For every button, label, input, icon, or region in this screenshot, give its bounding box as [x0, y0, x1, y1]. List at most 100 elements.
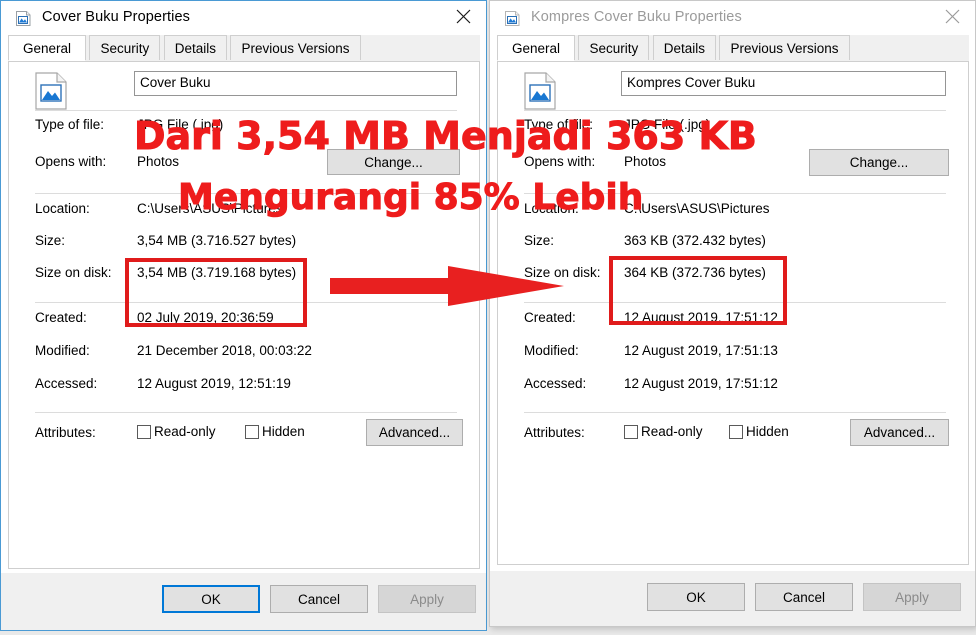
advanced-button[interactable]: Advanced...: [850, 419, 949, 446]
divider: [524, 110, 946, 111]
divider: [524, 412, 946, 413]
screenshot-root: Cover Buku Properties General Security D…: [0, 0, 976, 635]
created-value: 02 July 2019, 20:36:59: [137, 310, 274, 325]
close-icon[interactable]: [930, 1, 975, 32]
tab-security[interactable]: Security: [578, 35, 650, 60]
created-value: 12 August 2019, 17:51:12: [624, 310, 778, 325]
read-only-checkbox[interactable]: [137, 425, 151, 439]
row-type-of-file: Type of file: JPG File (.jpg): [498, 117, 968, 145]
row-modified: Modified: 21 December 2018, 00:03:22: [9, 343, 479, 371]
size-on-disk-label: Size on disk:: [524, 265, 601, 280]
file-name-field[interactable]: Cover Buku: [134, 71, 457, 96]
advanced-button-label: Advanced...: [863, 425, 936, 440]
ok-button-label: OK: [686, 589, 706, 605]
type-of-file-value: JPG File (.jpg): [624, 117, 711, 132]
apply-button-label: Apply: [895, 589, 929, 605]
file-name-field[interactable]: Kompres Cover Buku: [621, 71, 946, 96]
tab-general-label: General: [512, 41, 561, 56]
accessed-label: Accessed:: [524, 376, 587, 391]
opens-with-label: Opens with:: [524, 154, 596, 169]
window-title: Cover Buku Properties: [42, 9, 190, 25]
divider: [35, 302, 457, 303]
ok-button[interactable]: OK: [647, 583, 745, 611]
size-on-disk-value: 364 KB (372.736 bytes): [624, 265, 766, 280]
row-size-on-disk: Size on disk: 3,54 MB (3.719.168 bytes): [9, 265, 479, 293]
tab-details[interactable]: Details: [163, 35, 227, 60]
change-button[interactable]: Change...: [327, 149, 460, 175]
change-button-label: Change...: [849, 155, 909, 170]
divider: [35, 193, 457, 194]
title-bar: Cover Buku Properties: [1, 1, 486, 36]
attributes-label: Attributes:: [524, 425, 585, 440]
opens-with-label: Opens with:: [35, 154, 107, 169]
row-accessed: Accessed: 12 August 2019, 17:51:12: [498, 376, 968, 404]
cancel-button[interactable]: Cancel: [270, 585, 368, 613]
hidden-checkbox[interactable]: [245, 425, 259, 439]
file-header-row: Cover Buku: [9, 62, 479, 110]
close-icon[interactable]: [441, 1, 486, 32]
row-modified: Modified: 12 August 2019, 17:51:13: [498, 343, 968, 371]
tab-general[interactable]: General: [8, 35, 87, 61]
row-size-on-disk: Size on disk: 364 KB (372.736 bytes): [498, 265, 968, 293]
image-file-icon: [15, 10, 32, 27]
type-of-file-label: Type of file:: [524, 117, 594, 132]
tab-previous-versions[interactable]: Previous Versions: [719, 35, 850, 60]
size-label: Size:: [35, 233, 66, 248]
cancel-button-label: Cancel: [782, 589, 826, 605]
row-location: Location: C:\Users\ASUS\Pictures: [498, 201, 968, 229]
tab-strip: General Security Details Previous Versio…: [8, 35, 480, 62]
file-header-row: Kompres Cover Buku: [498, 62, 968, 110]
divider: [35, 412, 457, 413]
row-size: Size: 3,54 MB (3.716.527 bytes): [9, 233, 479, 261]
tab-strip: General Security Details Previous Versio…: [497, 35, 969, 62]
tab-details[interactable]: Details: [652, 35, 716, 60]
tab-previous-versions-label: Previous Versions: [730, 41, 839, 56]
modified-value: 21 December 2018, 00:03:22: [137, 343, 312, 358]
tab-general[interactable]: General: [497, 35, 576, 61]
hidden-label: Hidden: [262, 424, 305, 439]
divider: [524, 302, 946, 303]
tab-details-label: Details: [174, 41, 216, 56]
size-label: Size:: [524, 233, 555, 248]
apply-button-label: Apply: [410, 591, 444, 607]
ok-button-label: OK: [201, 591, 221, 607]
read-only-label: Read-only: [154, 424, 216, 439]
row-size: Size: 363 KB (372.432 bytes): [498, 233, 968, 261]
general-pane: Kompres Cover Buku Type of file: JPG Fil…: [497, 62, 969, 565]
apply-button: Apply: [378, 585, 476, 613]
advanced-button[interactable]: Advanced...: [366, 419, 463, 446]
read-only-label: Read-only: [641, 424, 703, 439]
size-on-disk-value: 3,54 MB (3.719.168 bytes): [137, 265, 297, 280]
cancel-button-label: Cancel: [297, 591, 341, 607]
tab-security[interactable]: Security: [89, 35, 161, 60]
row-attributes: Attributes: Read-only Hidden Advanced...: [498, 419, 968, 450]
ok-button[interactable]: OK: [162, 585, 260, 613]
cancel-button[interactable]: Cancel: [755, 583, 853, 611]
location-value: C:\Users\ASUS\Pictures: [624, 201, 770, 216]
tab-previous-versions-label: Previous Versions: [241, 41, 350, 56]
properties-window-cover-buku: Cover Buku Properties General Security D…: [0, 0, 487, 631]
title-bar: Kompres Cover Buku Properties: [490, 1, 975, 36]
location-value: C:\Users\ASUS\Pictures: [137, 201, 283, 216]
read-only-checkbox[interactable]: [624, 425, 638, 439]
row-created: Created: 12 August 2019, 17:51:12: [498, 310, 968, 338]
change-button[interactable]: Change...: [809, 149, 949, 176]
tab-security-label: Security: [589, 41, 639, 56]
tab-previous-versions[interactable]: Previous Versions: [230, 35, 361, 60]
row-accessed: Accessed: 12 August 2019, 12:51:19: [9, 376, 479, 404]
accessed-label: Accessed:: [35, 376, 98, 391]
opens-with-value: Photos: [624, 154, 667, 169]
tab-details-label: Details: [663, 41, 705, 56]
row-attributes: Attributes: Read-only Hidden Advanced...: [9, 419, 479, 450]
image-file-icon: [35, 72, 67, 110]
dialog-footer: OK Cancel Apply: [1, 573, 486, 630]
type-of-file-label: Type of file:: [35, 117, 105, 132]
row-location: Location: C:\Users\ASUS\Pictures: [9, 201, 479, 229]
tab-general-label: General: [23, 41, 72, 56]
advanced-button-label: Advanced...: [378, 425, 451, 440]
hidden-checkbox[interactable]: [729, 425, 743, 439]
attributes-label: Attributes:: [35, 425, 96, 440]
accessed-value: 12 August 2019, 12:51:19: [137, 376, 291, 391]
location-label: Location:: [35, 201, 90, 216]
change-button-label: Change...: [364, 154, 423, 170]
